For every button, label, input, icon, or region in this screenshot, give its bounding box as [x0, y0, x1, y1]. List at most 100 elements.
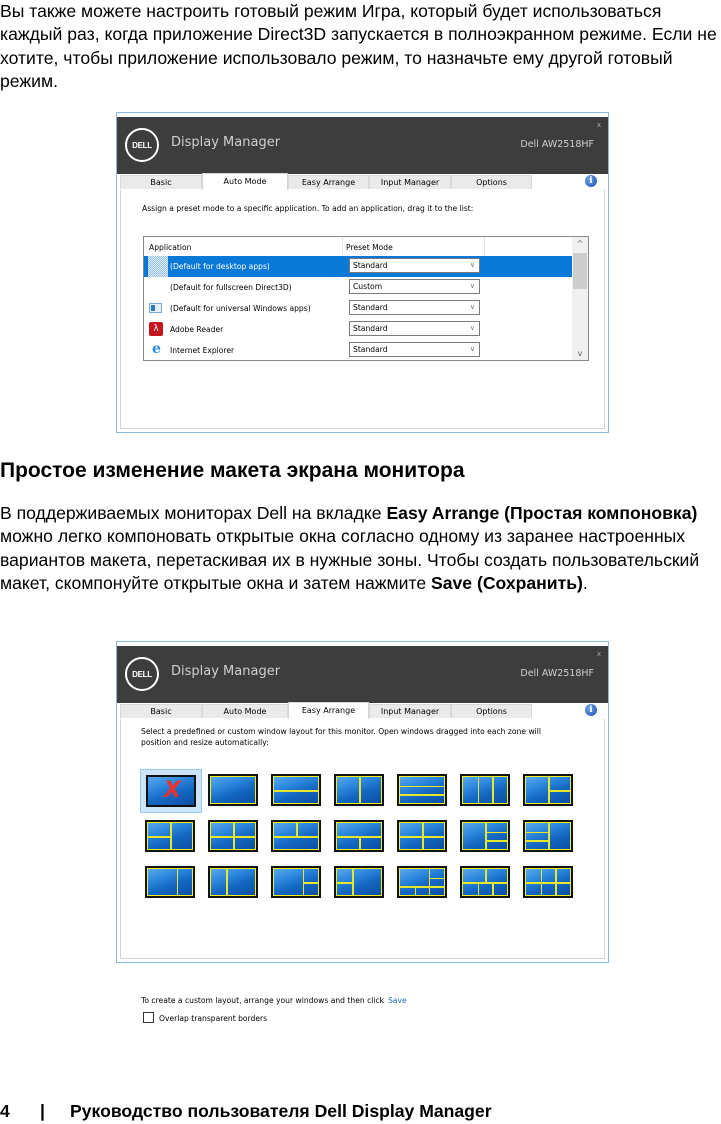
scrollbar-thumb[interactable]: [573, 253, 587, 289]
dell-logo-icon: DELL: [125, 128, 159, 162]
monitor-thumbnail: [208, 820, 258, 852]
zone-divider: [148, 836, 170, 838]
list-row[interactable]: (Default for universal Windows apps) Sta…: [144, 298, 572, 319]
column-preset-mode[interactable]: Preset Mode: [346, 243, 393, 252]
app-header: DELL Display Manager Dell AW2518HF x: [117, 646, 608, 703]
tab-input-manager[interactable]: Input Manager: [369, 175, 451, 189]
screen-preview: [336, 822, 382, 850]
app-title: Display Manager: [171, 135, 281, 150]
zone-divider: [548, 790, 570, 792]
easy-arrange-window-screenshot: DELL Display Manager Dell AW2518HF x Bas…: [116, 641, 609, 1023]
close-icon[interactable]: x: [597, 121, 601, 129]
zone-divider: [526, 840, 548, 842]
tab-basic[interactable]: Basic: [120, 704, 202, 718]
tab-basic[interactable]: Basic: [120, 175, 202, 189]
adobe-reader-icon: λ: [149, 322, 163, 336]
layout-option-none[interactable]: X: [140, 769, 202, 813]
footer-separator: |: [40, 1101, 45, 1121]
chevron-down-icon: ∨: [469, 261, 475, 269]
save-link[interactable]: Save: [388, 996, 407, 1005]
application-list[interactable]: Application Preset Mode (Default for des…: [143, 236, 589, 361]
layout-option-narrow-left-wide-right[interactable]: [206, 864, 260, 900]
layout-option-six-grid[interactable]: [521, 864, 575, 900]
preset-mode-value: Standard: [353, 324, 388, 333]
layout-option-left-narrow-split[interactable]: [332, 864, 386, 900]
zone-divider: [492, 777, 494, 803]
layout-option-top-bottom-split[interactable]: [332, 818, 386, 854]
overlap-borders-option[interactable]: Overlap transparent borders: [143, 1012, 267, 1023]
zone-divider: [463, 882, 507, 884]
monitor-thumbnail: [460, 774, 510, 806]
preset-mode-value: Custom: [353, 282, 383, 291]
preset-mode-dropdown[interactable]: Custom ∨: [349, 279, 480, 294]
zone-divider: [492, 882, 494, 895]
zone-divider: [485, 869, 487, 882]
preset-mode-dropdown[interactable]: Standard ∨: [349, 321, 480, 336]
monitor-thumbnail: [397, 866, 447, 898]
tab-easy-arrange[interactable]: Easy Arrange: [288, 702, 369, 719]
zone-divider: [274, 790, 318, 792]
list-scrollbar[interactable]: ^ v: [572, 237, 588, 360]
layout-option-left-two-plus-right[interactable]: [521, 818, 575, 854]
zone-divider: [211, 836, 255, 838]
monitor-thumbnail: [271, 866, 321, 898]
layout-option-left-plus-right-split[interactable]: [521, 772, 575, 808]
page-footer: 4 | Руководство пользователя Dell Display …: [0, 1101, 492, 1122]
tab-bar: Basic Auto Mode Easy Arrange Input Manag…: [120, 173, 605, 191]
scroll-down-icon[interactable]: v: [572, 349, 588, 358]
column-application[interactable]: Application: [149, 243, 191, 252]
layout-option-left-split-plus-right[interactable]: [143, 818, 197, 854]
tab-options[interactable]: Options: [451, 704, 532, 718]
layout-option-three-columns[interactable]: [458, 772, 512, 808]
overlap-checkbox[interactable]: [143, 1012, 154, 1023]
tab-auto-mode[interactable]: Auto Mode: [202, 173, 288, 190]
zone-divider: [400, 886, 444, 888]
info-icon[interactable]: i: [585, 175, 597, 187]
auto-mode-panel: Assign a preset mode to a specific appli…: [120, 190, 605, 429]
preset-mode-dropdown[interactable]: Standard ∨: [349, 258, 480, 273]
dell-logo-icon: DELL: [125, 657, 159, 691]
preset-mode-dropdown[interactable]: Standard ∨: [349, 300, 480, 315]
monitor-thumbnail: [397, 820, 447, 852]
screen-preview: [273, 868, 319, 896]
layout-option-top-split-bottom[interactable]: [269, 818, 323, 854]
layout-option-quad-left-narrow[interactable]: [206, 818, 260, 854]
tab-input-manager[interactable]: Input Manager: [369, 704, 451, 718]
monitor-model: Dell AW2518HF: [520, 668, 594, 679]
scroll-up-icon[interactable]: ^: [572, 239, 588, 248]
no-layout-x-icon: X: [164, 778, 181, 803]
layout-option-top-bottom[interactable]: [269, 772, 323, 808]
screen-preview: [399, 868, 445, 896]
layout-option-right-narrow-split[interactable]: [269, 864, 323, 900]
monitor-thumbnail: [334, 774, 384, 806]
custom-layout-text: To create a custom layout, arrange your …: [141, 996, 385, 1005]
zone-divider: [302, 882, 318, 884]
list-row[interactable]: (Default for fullscreen Direct3D) Custom…: [144, 277, 572, 298]
close-icon[interactable]: x: [597, 650, 601, 658]
layout-option-left-wide-right-narrow[interactable]: [143, 864, 197, 900]
list-row[interactable]: (Default for desktop apps) Standard ∨: [144, 256, 572, 277]
monitor-thumbnail: [208, 866, 258, 898]
list-row[interactable]: e Internet Explorer Standard ∨: [144, 340, 572, 361]
layout-option-left-plus-right-three[interactable]: [458, 818, 512, 854]
tab-options[interactable]: Options: [451, 175, 532, 189]
universal-apps-icon: [149, 303, 162, 313]
layout-option-complex-five[interactable]: [395, 864, 449, 900]
layout-option-three-rows[interactable]: [395, 772, 449, 808]
info-icon[interactable]: i: [585, 704, 597, 716]
monitor-model: Dell AW2518HF: [520, 139, 594, 150]
zone-divider: [526, 831, 548, 834]
layout-option-top-split-bottom-three[interactable]: [458, 864, 512, 900]
tab-easy-arrange[interactable]: Easy Arrange: [288, 175, 369, 189]
list-row[interactable]: λ Adobe Reader Standard ∨: [144, 319, 572, 340]
layout-option-full[interactable]: [206, 772, 260, 808]
zone-divider: [428, 877, 444, 880]
zone-divider: [274, 836, 318, 838]
preset-mode-dropdown[interactable]: Standard ∨: [349, 342, 480, 357]
description-line: Select a predefined or custom window lay…: [141, 727, 541, 736]
layout-option-left-right[interactable]: [332, 772, 386, 808]
screen-preview: [525, 868, 571, 896]
screen-preview: [525, 776, 571, 804]
tab-auto-mode[interactable]: Auto Mode: [202, 704, 288, 718]
layout-option-quad[interactable]: [395, 818, 449, 854]
